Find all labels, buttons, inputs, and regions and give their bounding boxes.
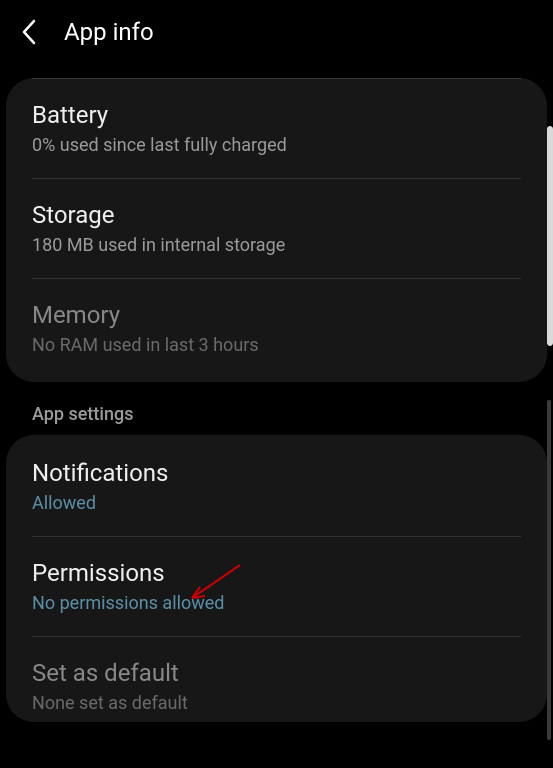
permissions-title: Permissions [32,559,521,587]
battery-row[interactable]: Battery 0% used since last fully charged [32,79,521,179]
memory-subtitle: No RAM used in last 3 hours [32,335,521,356]
scrollbar[interactable] [547,126,553,346]
notifications-title: Notifications [32,459,521,487]
set-default-row[interactable]: Set as default None set as default [32,637,521,722]
battery-title: Battery [32,101,521,129]
notifications-row[interactable]: Notifications Allowed [32,435,521,537]
back-icon[interactable] [20,18,40,46]
notifications-subtitle: Allowed [32,493,521,514]
app-settings-label: App settings [32,404,553,425]
memory-title: Memory [32,301,521,329]
memory-row[interactable]: Memory No RAM used in last 3 hours [32,279,521,382]
usage-panel: Battery 0% used since last fully charged… [6,78,547,382]
set-default-subtitle: None set as default [32,693,521,714]
page-title: App info [64,18,154,46]
permissions-row[interactable]: Permissions No permissions allowed [32,537,521,637]
storage-row[interactable]: Storage 180 MB used in internal storage [32,179,521,279]
scrollbar-inner[interactable] [547,400,551,740]
storage-subtitle: 180 MB used in internal storage [32,235,521,256]
permissions-subtitle: No permissions allowed [32,593,521,614]
battery-subtitle: 0% used since last fully charged [32,135,521,156]
storage-title: Storage [32,201,521,229]
app-settings-panel: Notifications Allowed Permissions No per… [6,435,547,722]
header: App info [0,0,553,66]
set-default-title: Set as default [32,659,521,687]
